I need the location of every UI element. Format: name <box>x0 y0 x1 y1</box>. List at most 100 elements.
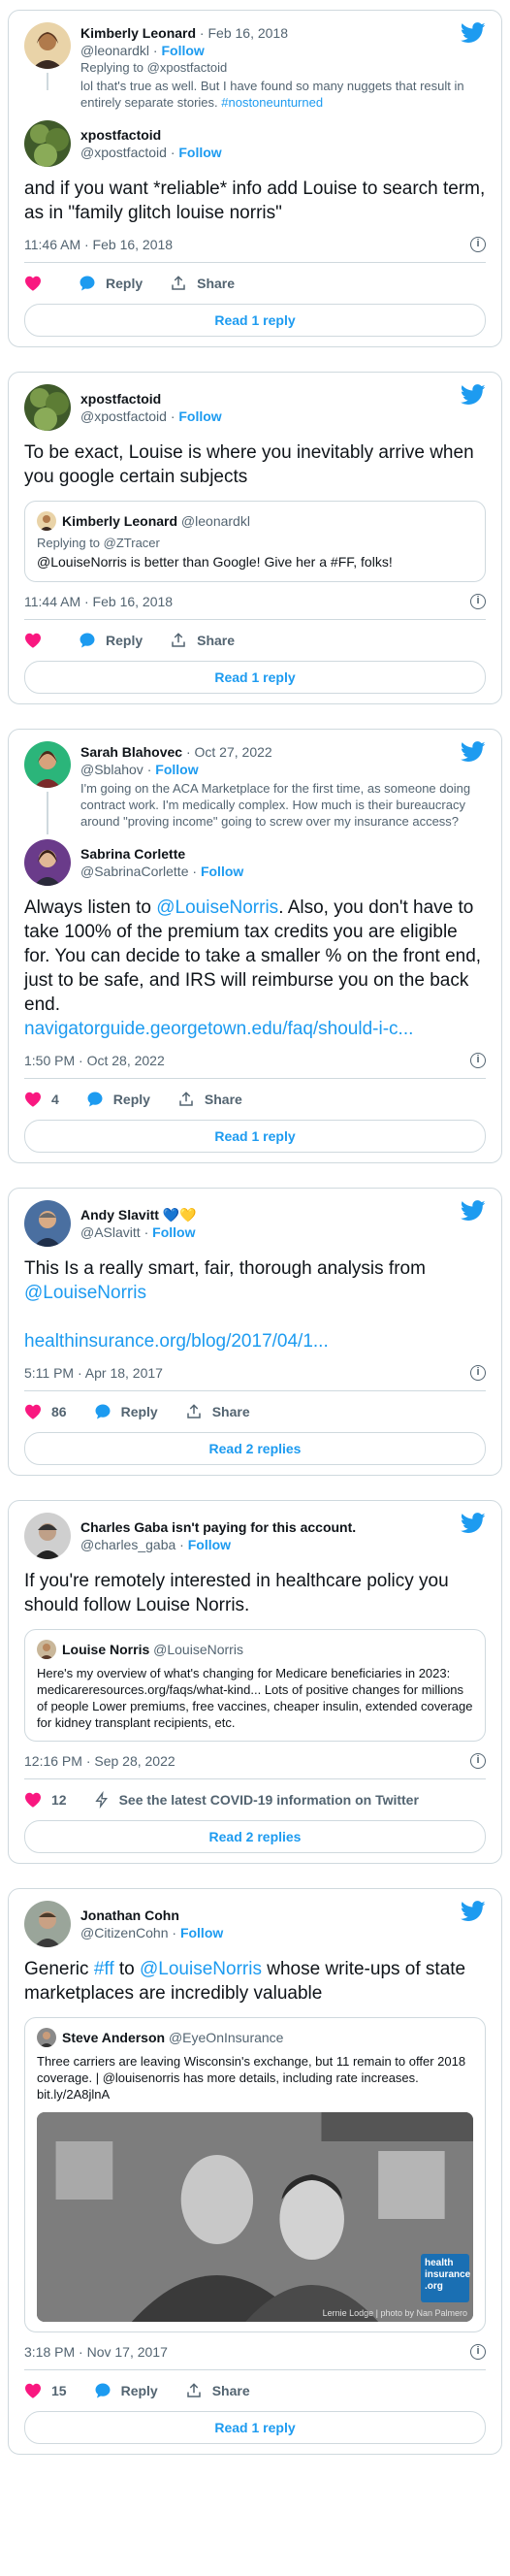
mention-link[interactable]: @LouiseNorris <box>156 897 278 918</box>
info-icon[interactable]: i <box>470 237 486 252</box>
info-icon[interactable]: i <box>470 1053 486 1068</box>
like-count: 86 <box>51 1404 67 1419</box>
share-button[interactable]: Share <box>170 275 235 292</box>
read-replies-button[interactable]: Read 1 reply <box>24 661 486 694</box>
heart-icon <box>25 633 41 648</box>
tweet-date[interactable]: Oct 27, 2022 <box>195 744 272 760</box>
avatar[interactable] <box>24 120 71 167</box>
author-handle[interactable]: @xpostfactoid <box>80 408 167 424</box>
author-handle[interactable]: @charles_gaba <box>80 1537 175 1552</box>
twitter-bird-icon[interactable] <box>461 1513 486 1534</box>
read-replies-button[interactable]: Read 1 reply <box>24 2411 486 2444</box>
quote-author-name: Steve Anderson <box>62 2030 166 2045</box>
twitter-bird-icon[interactable] <box>461 1901 486 1922</box>
heart-icon <box>25 1092 41 1107</box>
avatar[interactable] <box>24 1200 71 1247</box>
read-replies-button[interactable]: Read 1 reply <box>24 1120 486 1153</box>
author-handle[interactable]: @leonardkl <box>80 43 149 58</box>
follow-button[interactable]: Follow <box>201 864 243 879</box>
info-icon[interactable]: i <box>470 2344 486 2360</box>
tweet-timestamp[interactable]: 12:16 PM · Sep 28, 2022 <box>24 1753 175 1769</box>
url-link[interactable]: navigatorguide.georgetown.edu/faq/should… <box>24 1019 413 1039</box>
author-handle[interactable]: @SabrinaCorlette <box>80 864 189 879</box>
follow-button[interactable]: Follow <box>188 1537 231 1552</box>
info-icon[interactable]: i <box>470 594 486 609</box>
reply-button[interactable]: Reply <box>79 632 143 649</box>
twitter-bird-icon[interactable] <box>461 384 486 406</box>
share-icon <box>172 276 185 290</box>
like-button[interactable]: 86 <box>24 1404 67 1419</box>
like-button[interactable] <box>24 633 51 648</box>
like-button[interactable]: 4 <box>24 1092 59 1107</box>
avatar[interactable] <box>24 384 71 431</box>
share-button[interactable]: Share <box>185 1403 250 1420</box>
author-name[interactable]: Sabrina Corlette <box>80 846 185 862</box>
share-icon <box>186 1404 201 1418</box>
speech-bubble-icon <box>95 1404 111 1419</box>
like-button[interactable] <box>24 276 51 291</box>
tweet-text: Always listen to @LouiseNorris. Also, yo… <box>24 896 486 1041</box>
twitter-bird-icon[interactable] <box>461 1200 486 1222</box>
author-name[interactable]: Andy Slavitt <box>80 1207 159 1223</box>
tweet-timestamp[interactable]: 3:18 PM · Nov 17, 2017 <box>24 2344 168 2360</box>
follow-button[interactable]: Follow <box>178 408 221 424</box>
avatar[interactable] <box>24 1901 71 1947</box>
reply-label: Reply <box>106 633 143 648</box>
like-button[interactable]: 12 <box>24 1792 67 1808</box>
tweet-text-part: Always listen to <box>24 897 157 918</box>
tweet-timestamp[interactable]: 5:11 PM · Apr 18, 2017 <box>24 1365 163 1381</box>
share-button[interactable]: Share <box>185 2382 250 2399</box>
follow-button[interactable]: Follow <box>178 145 221 160</box>
quote-photo[interactable]: health insurance .org Lernie Lodge | pho… <box>37 2112 473 2322</box>
author-name[interactable]: Charles Gaba isn't paying for this accou… <box>80 1519 356 1535</box>
author-handle[interactable]: @ASlavitt <box>80 1224 141 1240</box>
like-button[interactable]: 15 <box>24 2383 67 2398</box>
quoted-tweet[interactable]: Kimberly Leonard @leonardkl Replying to … <box>24 501 486 582</box>
mention-link[interactable]: @LouiseNorris <box>24 1283 146 1303</box>
author-name[interactable]: xpostfactoid <box>80 127 161 143</box>
author-handle[interactable]: @Sblahov <box>80 762 143 777</box>
author-name[interactable]: Jonathan Cohn <box>80 1908 179 1923</box>
author-handle[interactable]: @CitizenCohn <box>80 1925 168 1940</box>
tweet-timestamp[interactable]: 11:44 AM · Feb 16, 2018 <box>24 594 173 609</box>
tweet-timestamp[interactable]: 11:46 AM · Feb 16, 2018 <box>24 237 173 252</box>
avatar[interactable] <box>24 1513 71 1559</box>
author-name[interactable]: xpostfactoid <box>80 391 161 407</box>
info-icon[interactable]: i <box>470 1365 486 1381</box>
hashtag-link[interactable]: #ff <box>94 1959 114 1979</box>
info-icon[interactable]: i <box>470 1753 486 1769</box>
reply-button[interactable]: Reply <box>79 275 143 292</box>
tweet-date[interactable]: Feb 16, 2018 <box>207 25 288 41</box>
main-author: Sabrina Corlette @SabrinaCorlette · Foll… <box>24 839 486 886</box>
read-replies-button[interactable]: Read 1 reply <box>24 304 486 337</box>
quote-author-handle: @LouiseNorris <box>153 1642 243 1657</box>
share-button[interactable]: Share <box>170 632 235 649</box>
follow-button[interactable]: Follow <box>180 1925 223 1940</box>
follow-button[interactable]: Follow <box>152 1224 195 1240</box>
hashtag-link[interactable]: #nostoneunturned <box>221 95 323 110</box>
covid-info-link[interactable]: See the latest COVID-19 information on T… <box>94 1791 419 1809</box>
tweet-card: xpostfactoid @xpostfactoid · Follow To b… <box>8 372 502 704</box>
follow-button[interactable]: Follow <box>155 762 198 777</box>
author-name[interactable]: Sarah Blahovec <box>80 744 182 760</box>
follow-button[interactable]: Follow <box>161 43 204 58</box>
author-handle[interactable]: @xpostfactoid <box>80 145 167 160</box>
avatar[interactable] <box>24 741 71 788</box>
url-link[interactable]: healthinsurance.org/blog/2017/04/1... <box>24 1331 329 1352</box>
replying-to: Replying to @ZTracer <box>37 536 160 550</box>
reply-button[interactable]: Reply <box>86 1091 150 1108</box>
divider <box>24 1078 486 1079</box>
tweet-text: and if you want *reliable* info add Loui… <box>24 179 486 223</box>
mention-link[interactable]: @LouiseNorris <box>140 1959 262 1979</box>
reply-button[interactable]: Reply <box>94 2382 158 2399</box>
quoted-tweet[interactable]: Steve Anderson @EyeOnInsurance Three car… <box>24 2017 486 2332</box>
author-name[interactable]: Kimberly Leonard <box>80 25 196 41</box>
tweet-timestamp[interactable]: 1:50 PM · Oct 28, 2022 <box>24 1053 165 1068</box>
avatar[interactable] <box>24 839 71 886</box>
read-replies-button[interactable]: Read 2 replies <box>24 1432 486 1465</box>
share-button[interactable]: Share <box>177 1091 242 1108</box>
read-replies-button[interactable]: Read 2 replies <box>24 1820 486 1853</box>
quoted-tweet[interactable]: Louise Norris @LouiseNorris Here's my ov… <box>24 1629 486 1742</box>
avatar[interactable] <box>24 22 71 69</box>
reply-button[interactable]: Reply <box>94 1403 158 1420</box>
